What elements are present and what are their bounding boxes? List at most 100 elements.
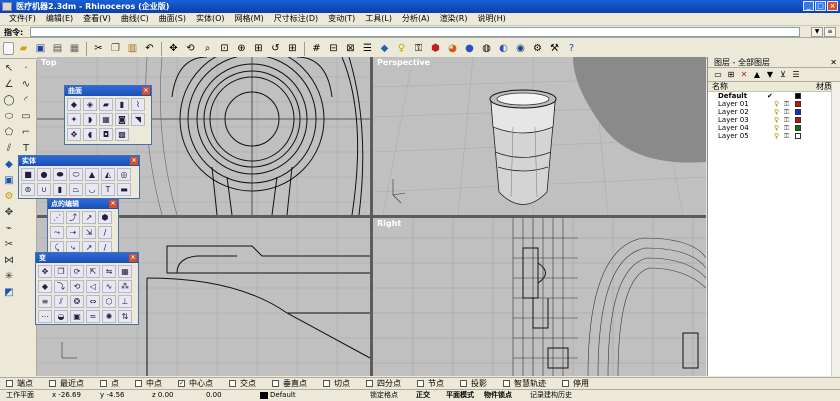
trim-icon[interactable]: ✂ bbox=[2, 238, 16, 252]
osnap-checkbox[interactable] bbox=[229, 380, 236, 387]
copy-icon[interactable]: ❐ bbox=[108, 41, 123, 56]
menu-edit[interactable]: 编辑(E) bbox=[41, 13, 78, 25]
pan-icon[interactable]: ✥ bbox=[166, 41, 181, 56]
ghosted-sphere-icon[interactable]: ◐ bbox=[496, 41, 511, 56]
remove-knot-icon[interactable]: ⇢ bbox=[66, 226, 80, 239]
osnap-perpendicular[interactable]: 垂直点 bbox=[272, 378, 307, 389]
new-sublayer-icon[interactable]: ⊞ bbox=[725, 69, 737, 80]
undo-icon[interactable]: ↶ bbox=[142, 41, 157, 56]
move-uvn-icon[interactable]: ⇲ bbox=[82, 226, 96, 239]
circle-icon[interactable]: ◯ bbox=[2, 94, 16, 108]
osnap-tangent[interactable]: 切点 bbox=[323, 378, 350, 389]
osnap-smarttrack[interactable]: 智慧轨迹 bbox=[503, 378, 546, 389]
osnap-quad[interactable]: 四分点 bbox=[366, 378, 401, 389]
surface-sweep-icon[interactable]: ✦ bbox=[67, 113, 81, 126]
text-icon[interactable]: T bbox=[19, 142, 33, 156]
layer-row[interactable]: Default ✔ bbox=[708, 92, 840, 100]
shear-icon[interactable]: ⫽ bbox=[54, 295, 68, 308]
light-bulb-icon[interactable]: ♀ bbox=[774, 116, 779, 124]
lock-icon[interactable]: ⚿ bbox=[784, 116, 789, 124]
paraboloid-icon[interactable]: ◡ bbox=[85, 183, 99, 196]
viewport-label-top[interactable]: Top bbox=[39, 58, 59, 67]
layer-row[interactable]: Layer 05 ♀ ⚿ bbox=[708, 132, 840, 140]
help-icon[interactable]: ? bbox=[564, 41, 579, 56]
zoom-selected-icon[interactable]: ⊞ bbox=[251, 41, 266, 56]
smooth-icon[interactable]: ∕ bbox=[98, 226, 112, 239]
osnap-checkbox[interactable] bbox=[272, 380, 279, 387]
cplane-icon[interactable]: ⊟ bbox=[326, 41, 341, 56]
menu-dimension[interactable]: 尺寸标注(D) bbox=[269, 13, 323, 25]
osnap-knot[interactable]: 节点 bbox=[417, 378, 444, 389]
surface-icon[interactable]: ◆ bbox=[2, 158, 16, 172]
cone-icon[interactable]: ▲ bbox=[85, 168, 99, 181]
cplane-label[interactable]: 工作平面 bbox=[6, 390, 34, 401]
layer-row[interactable]: Layer 04 ♀ ⚿ bbox=[708, 124, 840, 132]
layer-color-swatch[interactable] bbox=[795, 125, 801, 131]
move-up-icon[interactable]: ▲ bbox=[751, 69, 763, 80]
surface-network-icon[interactable]: ▦ bbox=[99, 113, 113, 126]
array-icon[interactable]: ▦ bbox=[118, 265, 132, 278]
layer-icon[interactable]: ◆ bbox=[377, 41, 392, 56]
close-icon[interactable]: × bbox=[130, 157, 138, 165]
orient-icon[interactable]: ◆ bbox=[38, 280, 52, 293]
close-icon[interactable]: × bbox=[142, 87, 150, 95]
ellipsoid-icon[interactable]: ⬬ bbox=[53, 168, 67, 181]
grid-icon[interactable]: # bbox=[309, 41, 324, 56]
layer-row[interactable]: Layer 02 ♀ ⚿ bbox=[708, 108, 840, 116]
flow-surface-icon[interactable]: ≈ bbox=[86, 310, 100, 323]
layer-color-swatch[interactable] bbox=[795, 133, 801, 139]
lock-icon[interactable]: ⚿ bbox=[411, 41, 426, 56]
surface-blend-icon[interactable]: ◥ bbox=[131, 113, 145, 126]
surface-fillet-icon[interactable]: ✥ bbox=[67, 128, 81, 141]
osnap-checkbox[interactable] bbox=[6, 380, 13, 387]
handlebar-icon[interactable]: ↗ bbox=[82, 211, 96, 224]
torus-icon[interactable]: ◎ bbox=[117, 168, 131, 181]
select-icon[interactable]: ⊠ bbox=[343, 41, 358, 56]
surface-corner-icon[interactable]: ◆ bbox=[67, 98, 81, 111]
osnap-near[interactable]: 最近点 bbox=[49, 378, 84, 389]
osnap-disable[interactable]: 停用 bbox=[562, 378, 589, 389]
solid-box-icon[interactable]: ▣ bbox=[2, 174, 16, 188]
mesh-icon[interactable]: ⚙ bbox=[2, 190, 16, 204]
menu-tools[interactable]: 工具(L) bbox=[360, 13, 397, 25]
osnap-checkbox[interactable]: ✓ bbox=[178, 380, 185, 387]
osnap-checkbox[interactable] bbox=[460, 380, 467, 387]
flow-icon[interactable]: ∿ bbox=[102, 280, 116, 293]
osnap-project[interactable]: 投影 bbox=[460, 378, 487, 389]
viewport-perspective[interactable]: Perspective bbox=[373, 57, 706, 215]
viewport-label-right[interactable]: Right bbox=[375, 219, 403, 228]
osnap-checkbox[interactable] bbox=[100, 380, 107, 387]
menu-curve[interactable]: 曲线(C) bbox=[116, 13, 154, 25]
rectangle-icon[interactable]: ▭ bbox=[19, 110, 33, 124]
layer-tools-icon[interactable]: ☰ bbox=[790, 69, 802, 80]
color-wheel-icon[interactable]: ◕ bbox=[445, 41, 460, 56]
viewport-right[interactable]: Right bbox=[373, 218, 706, 376]
menu-surface[interactable]: 曲面(S) bbox=[154, 13, 191, 25]
curve-icon[interactable]: ∿ bbox=[19, 78, 33, 92]
layer-color-swatch[interactable] bbox=[795, 109, 801, 115]
copy-object-icon[interactable]: ❐ bbox=[54, 265, 68, 278]
history-button[interactable]: ≡ bbox=[824, 27, 836, 37]
paste-icon[interactable]: ▥ bbox=[125, 41, 140, 56]
select-arrow-icon[interactable]: ↖ bbox=[2, 62, 16, 76]
surface-offset-icon[interactable]: ◘ bbox=[99, 128, 113, 141]
shaded-sphere-icon[interactable]: ● bbox=[462, 41, 477, 56]
point-icon[interactable]: · bbox=[19, 62, 33, 76]
light-bulb-icon[interactable]: ♀ bbox=[774, 132, 779, 140]
maelstrom-icon[interactable]: ✺ bbox=[102, 310, 116, 323]
remap-icon[interactable]: ⇅ bbox=[118, 310, 132, 323]
smash-icon[interactable]: ⬡ bbox=[102, 295, 116, 308]
splop-icon[interactable]: ❂ bbox=[70, 295, 84, 308]
close-icon[interactable]: ✕ bbox=[830, 57, 837, 68]
osnap-end[interactable]: 端点 bbox=[6, 378, 33, 389]
surface-patch-icon[interactable]: ◙ bbox=[115, 113, 129, 126]
boolean-icon[interactable]: ◩ bbox=[2, 286, 16, 300]
edit-points-icon[interactable]: ⤴ bbox=[66, 211, 80, 224]
osnap-checkbox[interactable] bbox=[417, 380, 424, 387]
cylinder-icon[interactable]: ⬭ bbox=[69, 168, 83, 181]
explode-icon[interactable]: ✳ bbox=[2, 270, 16, 284]
layer-row[interactable]: Layer 03 ♀ ⚿ bbox=[708, 116, 840, 124]
layer-color-swatch[interactable] bbox=[795, 101, 801, 107]
light-bulb-icon[interactable]: ♀ bbox=[774, 108, 779, 116]
new-file-icon[interactable] bbox=[3, 42, 14, 55]
